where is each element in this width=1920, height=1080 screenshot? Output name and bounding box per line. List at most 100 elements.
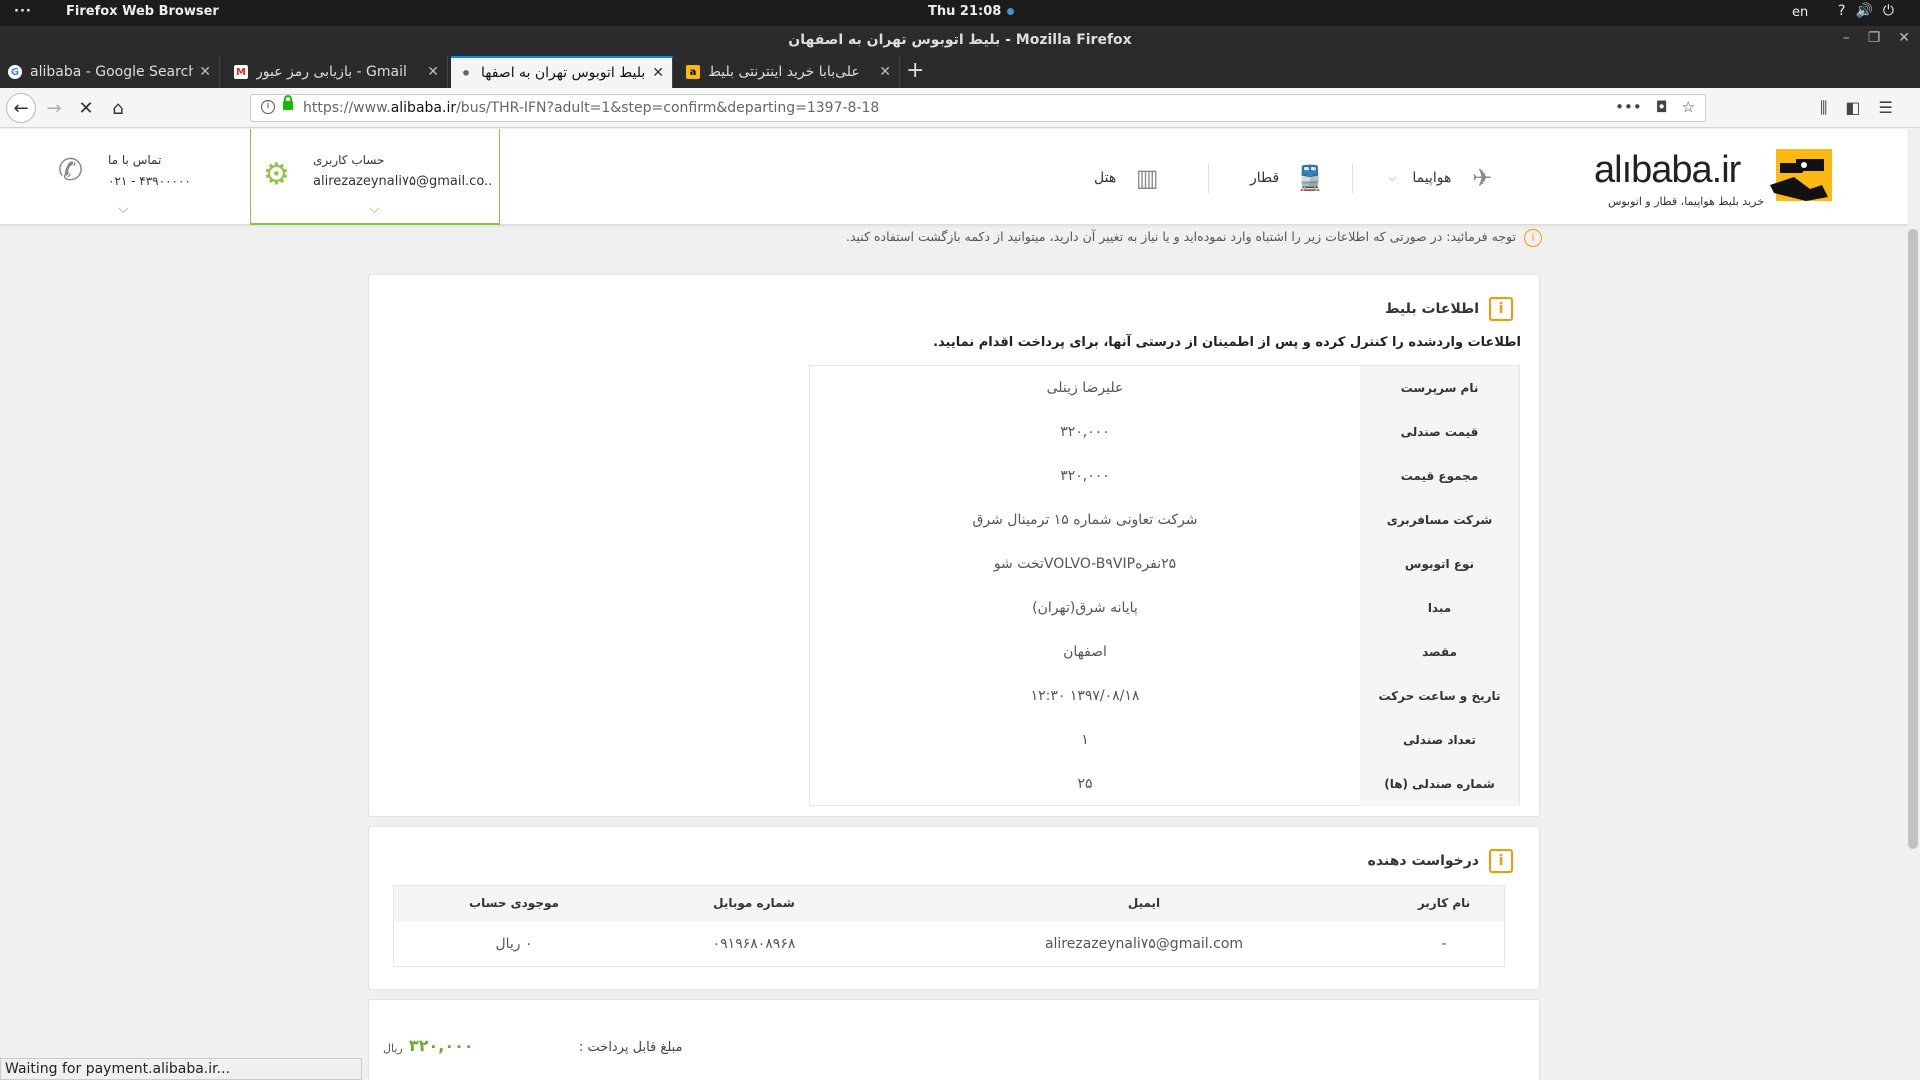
contact-phone: ۰۲۱ - ۴۳۹۰۰۰۰۰ (108, 174, 191, 188)
table-row: شماره صندلی (ها) ۲۵ (810, 762, 1519, 806)
site-info-icon[interactable]: i (261, 100, 275, 114)
requester-header: i درخواست دهنده (1368, 849, 1513, 873)
activities-button[interactable]: ··· (14, 4, 32, 19)
row-key: تعداد صندلی (1360, 718, 1519, 762)
loading-icon: • (460, 63, 472, 83)
minimize-icon[interactable]: – (1843, 30, 1850, 46)
table-row: مبدا پایانه شرق(تهران) (810, 586, 1519, 630)
cell-balance: ۰ ریال (495, 936, 533, 952)
payment-card: مبلغ قابل پرداخت : ۳۲۰,۰۰۰ ریال (368, 999, 1540, 1080)
close-tab-icon[interactable]: ✕ (652, 65, 664, 81)
close-window-icon[interactable]: ✕ (1898, 30, 1910, 46)
row-key: مجموع قیمت (1360, 454, 1519, 498)
close-tab-icon[interactable]: ✕ (427, 64, 439, 80)
ticket-info-title: اطلاعات بلیط (1384, 301, 1479, 317)
stop-icon[interactable]: ✕ (72, 94, 100, 122)
row-key: مقصد (1360, 630, 1519, 674)
payment-label: مبلغ قابل پرداخت : (579, 1040, 683, 1055)
clock[interactable]: Thu 21:08 (928, 4, 1015, 19)
app-menu[interactable]: Firefox Web Browser (66, 4, 219, 19)
site-logo[interactable]: alıbaba.ir خرید بلیط هواپیما، قطار و اتو… (1590, 143, 1840, 217)
nav-train-label: قطار (1250, 170, 1280, 186)
nav-flight[interactable]: ⌵ هواپیما ✈ (1388, 163, 1497, 193)
table-row: قیمت صندلی ۳۲۰,۰۰۰ (810, 410, 1519, 454)
page-actions-icon[interactable]: ••• (1615, 98, 1642, 116)
close-tab-icon[interactable]: ✕ (879, 64, 891, 80)
volume-icon[interactable]: 🔊 (1855, 3, 1872, 19)
notice-banner: i توجه فرمائید: در صورتی که اطلاعات زیر ر… (600, 229, 1542, 251)
requester-title: درخواست دهنده (1367, 853, 1479, 869)
url-domain: alibaba.ir (390, 100, 457, 116)
back-icon[interactable]: ← (6, 93, 36, 123)
system-top-bar: ··· Firefox Web Browser Thu 21:08 en ? 🔊… (0, 0, 1920, 26)
window-controls: – ❐ ✕ (1843, 30, 1910, 46)
home-icon[interactable]: ⌂ (104, 94, 132, 122)
tab-google-search[interactable]: G alibaba - Google Search ✕ (0, 56, 220, 88)
row-value: ۳۲۰,۰۰۰ (1060, 424, 1110, 440)
contact-us[interactable]: ✆ تماس با ما ۰۲۱ - ۴۳۹۰۰۰۰۰ ⌵ (50, 129, 250, 225)
system-tray[interactable]: ? 🔊 ⏻ (1838, 3, 1894, 19)
logo-tagline: خرید بلیط هواپیما، قطار و اتوبوس (1607, 195, 1764, 208)
train-icon: 🚆 (1295, 164, 1326, 192)
gear-icon: ⚙ (263, 157, 290, 192)
url-text[interactable]: https://www.alibaba.ir/bus/THR-IFN?adult… (303, 100, 879, 116)
tab-label: علی‌بابا خرید اینترنتی بلیط (708, 64, 860, 80)
table-row: نوع اتوبوس ۲۵نفرهVOLVO-B۹VIPتخت شو (810, 542, 1519, 586)
header-email: ایمیل (1127, 896, 1161, 910)
window-title-bar: بلیط اتوبوس تهران به اصفهان - Mozilla Fi… (0, 26, 1920, 56)
ticket-icon: i (1489, 297, 1513, 321)
row-value: ۱ (1081, 732, 1089, 748)
user-account-menu[interactable]: ⚙ حساب کاربری alirezazeynali۷۵@gmail.co.… (250, 129, 500, 225)
nav-train[interactable]: قطار 🚆 (1250, 163, 1325, 193)
row-key: شرکت مسافربری (1360, 498, 1519, 542)
tab-bus-ticket[interactable]: • بلیط اتوبوس تهران به اصفها ✕ (451, 56, 673, 88)
nav-hotel-label: هتل (1094, 170, 1117, 186)
sidebar-icon[interactable]: ◧ (1845, 98, 1860, 118)
hamburger-menu-icon[interactable]: ☰ (1879, 98, 1893, 118)
contact-label: تماس با ما (108, 153, 162, 167)
notification-dot-icon (1007, 8, 1015, 15)
keyboard-language[interactable]: en (1792, 5, 1808, 20)
row-value: اصفهان (1063, 644, 1107, 660)
row-value: ۲۵ (1077, 776, 1093, 792)
header-balance: موجودی حساب (469, 896, 559, 910)
lock-icon (283, 95, 293, 110)
tab-gmail[interactable]: M بازیابی رمز عبور - Gmail ✕ (226, 56, 448, 88)
new-tab-icon[interactable]: + (906, 58, 924, 83)
table-header: نام کاربر ایمیل شماره موبایل موجودی حساب (394, 886, 1504, 922)
table-row: مجموع قیمت ۳۲۰,۰۰۰ (810, 454, 1519, 498)
help-icon[interactable]: ? (1838, 3, 1845, 19)
restore-icon[interactable]: ❐ (1868, 30, 1881, 46)
url-bar[interactable]: i https://www.alibaba.ir/bus/THR-IFN?adu… (250, 94, 1706, 122)
tab-label: بلیط اتوبوس تهران به اصفها (481, 65, 646, 81)
page-scrollbar[interactable] (1908, 229, 1918, 849)
row-value: شرکت تعاونی شماره ۱۵ ترمینال شرق (972, 512, 1198, 528)
library-icon[interactable]: ⫼ (1820, 98, 1827, 118)
table-row: تاریخ و ساعت حرکت ۱۳۹۷/۰۸/۱۸ ۱۲:۳۰ (810, 674, 1519, 718)
table-row: نام سرپرست علیرضا زینلی (810, 366, 1519, 410)
logo-text: alıbaba.ir (1594, 149, 1741, 191)
user-icon: i (1489, 849, 1513, 873)
bookmark-star-icon[interactable]: ☆ (1682, 98, 1695, 116)
tab-strip: G alibaba - Google Search ✕ M بازیابی رم… (0, 56, 1920, 88)
forward-icon[interactable]: → (40, 94, 68, 122)
power-icon[interactable]: ⏻ (1883, 3, 1894, 19)
row-key: قیمت صندلی (1360, 410, 1519, 454)
gmail-icon: M (234, 65, 248, 79)
row-key: نوع اتوبوس (1360, 542, 1519, 586)
status-bar: Waiting for payment.alibaba.ir... (0, 1058, 362, 1080)
pocket-icon[interactable]: ◘ (1656, 98, 1668, 116)
header-username: نام کاربر (1417, 896, 1471, 910)
chevron-down-icon: ⌵ (369, 201, 380, 217)
row-value: ۱۳۹۷/۰۸/۱۸ ۱۲:۳۰ (1030, 688, 1140, 704)
row-value: ۳۲۰,۰۰۰ (1060, 468, 1110, 484)
tab-label: بازیابی رمز عبور - Gmail (256, 64, 407, 80)
nav-hotel[interactable]: هتل ▥ (1094, 163, 1162, 193)
row-key: نام سرپرست (1360, 366, 1519, 410)
navigation-toolbar: ← → ✕ ⌂ i https://www.alibaba.ir/bus/THR… (0, 88, 1920, 128)
tab-label: alibaba - Google Search (30, 64, 194, 80)
row-value: علیرضا زینلی (1046, 380, 1124, 396)
cell-username: - (1441, 936, 1447, 952)
close-tab-icon[interactable]: ✕ (199, 64, 211, 80)
tab-alibaba-home[interactable]: a علی‌بابا خرید اینترنتی بلیط ✕ (678, 56, 900, 88)
